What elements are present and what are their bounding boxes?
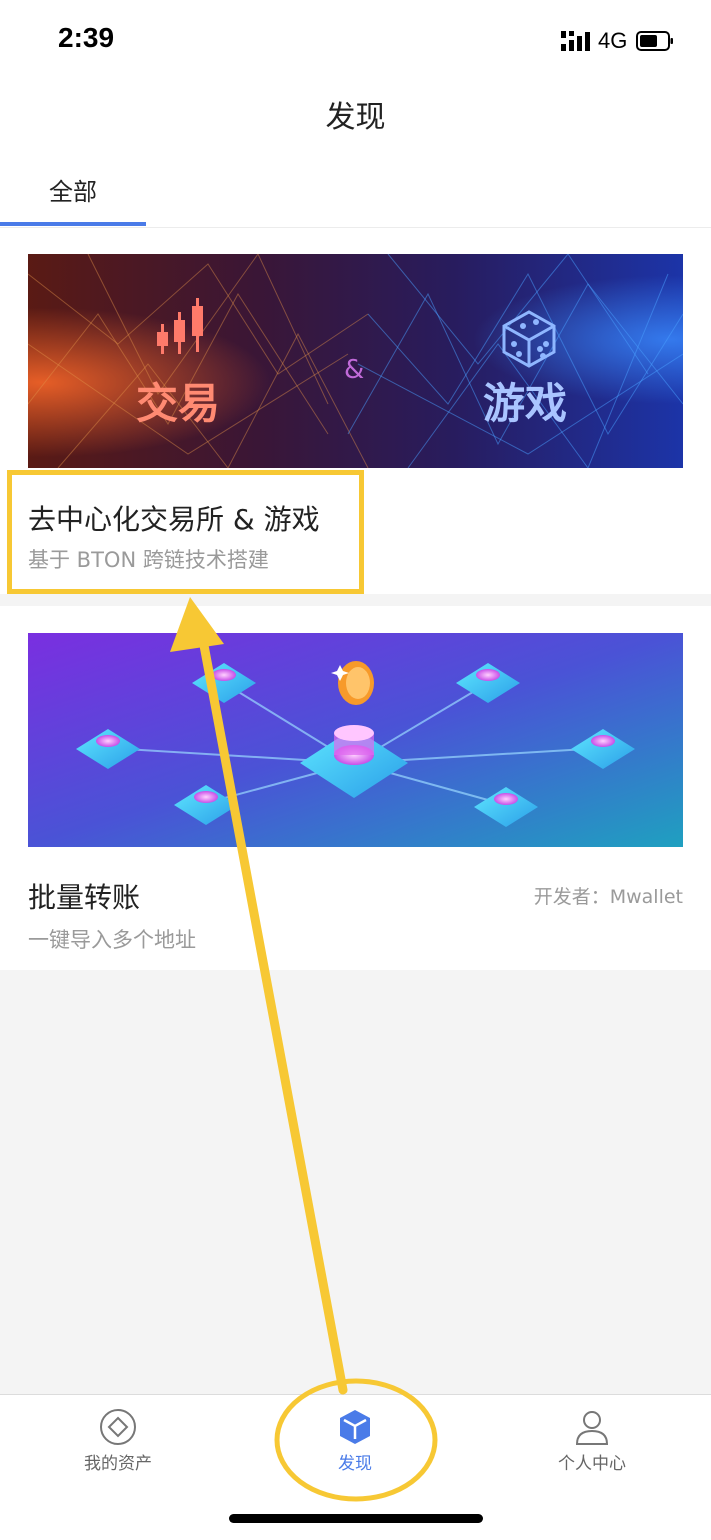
network-type: 4G <box>598 28 628 53</box>
exchange-game-banner[interactable]: 交易 & 游戏 <box>28 254 683 468</box>
tab-my-assets[interactable]: 我的资产 <box>18 1407 218 1474</box>
tab-personal-center[interactable]: 个人中心 <box>492 1407 692 1474</box>
tab-active-indicator <box>0 222 146 226</box>
tab-discover[interactable]: 发现 <box>255 1407 455 1474</box>
battery-icon <box>636 31 673 51</box>
person-icon <box>575 1411 609 1445</box>
tab-all[interactable]: 全部 <box>0 172 146 207</box>
page-title: 发现 <box>325 100 386 135</box>
banner-amp-text: & <box>344 355 364 385</box>
card-subtitle: 一键导入多个地址 <box>28 928 196 952</box>
tab-label: 个人中心 <box>558 1454 626 1474</box>
tab-bar-top: 全部 <box>0 152 711 228</box>
batch-transfer-banner[interactable] <box>28 633 683 847</box>
tab-label: 我的资产 <box>84 1454 152 1474</box>
status-bar: 2:39 4G <box>0 0 711 80</box>
banner-trade-text: 交易 <box>136 379 220 428</box>
card-title: 批量转账 <box>28 881 141 914</box>
card-developer: 开发者：Mwallet <box>533 886 683 908</box>
diamond-icon <box>100 1409 136 1445</box>
exchange-game-banner-art: 交易 & 游戏 <box>28 254 683 468</box>
cube-icon <box>340 1410 370 1444</box>
batch-transfer-banner-art <box>28 633 683 847</box>
dapp-card-batch-transfer[interactable]: 批量转账 开发者：Mwallet 一键导入多个地址 <box>0 606 711 970</box>
tab-label: 发现 <box>338 1454 372 1474</box>
status-time: 2:39 <box>58 22 115 53</box>
banner-game-text: 游戏 <box>483 379 567 428</box>
signal-icon <box>561 31 590 51</box>
home-indicator <box>229 1514 483 1523</box>
highlight-box <box>7 470 364 594</box>
